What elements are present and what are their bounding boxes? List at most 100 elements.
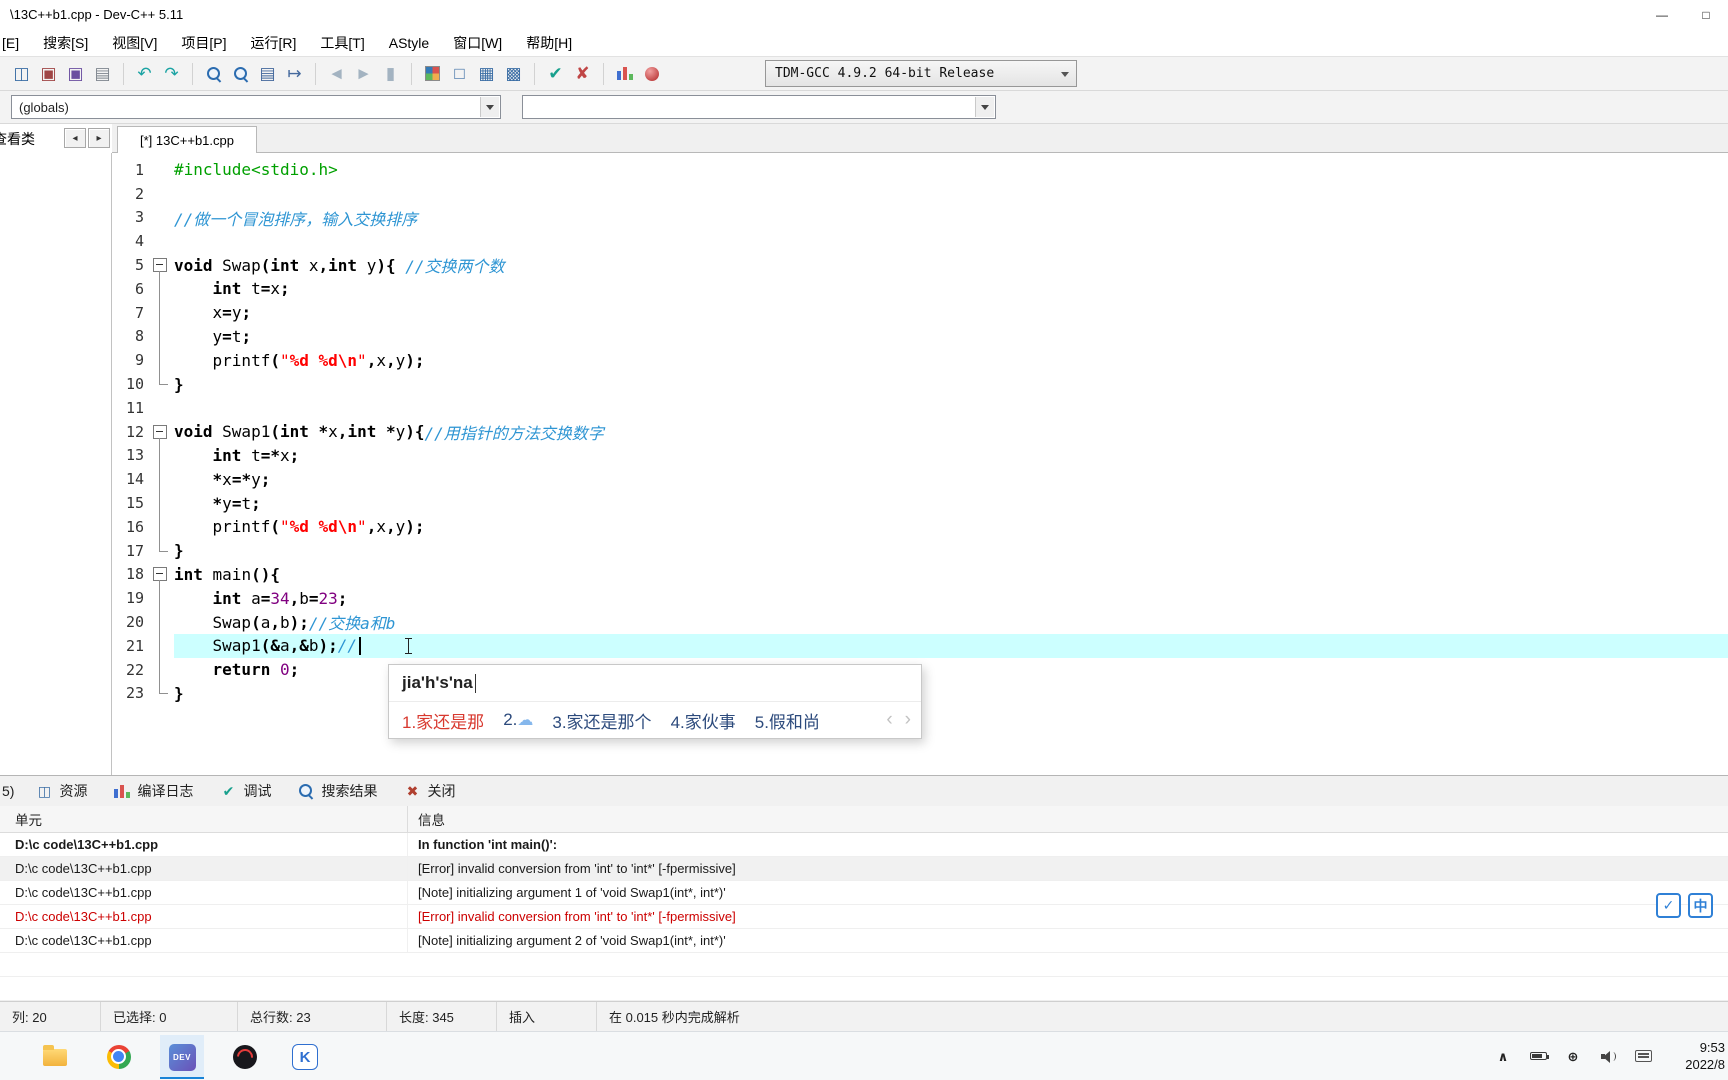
line-number[interactable]: 12 (112, 422, 144, 441)
code-line[interactable]: 1 #include<stdio.h> (112, 158, 1728, 182)
find-icon[interactable] (200, 60, 227, 87)
maximize-button[interactable]: □ (1684, 0, 1728, 29)
profiling-delete-icon[interactable] (638, 60, 665, 87)
code-line[interactable]: 10} (112, 371, 1728, 396)
code-line[interactable]: 17} (112, 537, 1728, 563)
compiler-tab-cut[interactable]: 5) (0, 783, 22, 799)
menu-item[interactable]: 运行[R] (239, 33, 309, 53)
line-number[interactable]: 3 (112, 208, 144, 227)
network-icon[interactable]: ⊕ (1564, 1046, 1582, 1066)
ime-keyboard-icon[interactable] (1634, 1046, 1652, 1066)
message-row[interactable]: D:\c code\13C++b1.cpp [Error] invalid con… (0, 857, 1728, 881)
tab-resources[interactable]: ◫ 资源 (22, 776, 100, 806)
scroll-right-button[interactable]: ▸ (88, 128, 110, 148)
menu-item[interactable]: 视图[V] (100, 33, 169, 53)
redo-icon[interactable]: ↷ (158, 60, 185, 87)
globals-combobox[interactable]: (globals) (11, 95, 501, 119)
ime-candidate[interactable]: 2.☁ (503, 710, 533, 730)
menu-item[interactable]: 项目[P] (169, 33, 238, 53)
line-number[interactable]: 19 (112, 589, 144, 608)
line-number[interactable]: 11 (112, 398, 144, 417)
new-window-icon[interactable]: ◫ (8, 60, 35, 87)
menu-item[interactable]: [E] (0, 35, 31, 51)
code-line[interactable]: 20 Swap(a, b);//交换a和b (112, 609, 1728, 635)
code-line[interactable]: 5 void Swap(int x, int y){ //交换两个数 (112, 253, 1728, 278)
tab-search-results[interactable]: 搜索结果 (284, 776, 390, 806)
code-line[interactable]: 19 int a = 34, b = 23; (112, 585, 1728, 611)
open-project-icon[interactable]: ▣ (35, 60, 62, 87)
rebuild-all-icon[interactable] (419, 60, 446, 87)
syntax-check-icon[interactable]: ✔ (542, 60, 569, 87)
project-options-icon[interactable]: ▦ (473, 60, 500, 87)
message-row[interactable]: D:\c code\13C++b1.cpp [Note] initializing… (0, 881, 1728, 905)
code-line[interactable]: 11 (112, 395, 1728, 420)
line-number[interactable]: 5 (112, 256, 144, 275)
code-line[interactable]: 14 * x =* y; (112, 466, 1728, 492)
line-number[interactable]: 16 (112, 517, 144, 536)
dropdown-arrow-icon[interactable] (480, 97, 499, 117)
code-fold-toggle[interactable] (144, 562, 174, 588)
line-number[interactable]: 18 (112, 565, 144, 584)
menu-item[interactable]: 窗口[W] (441, 33, 514, 53)
ime-candidate[interactable]: 5.假和尚 (755, 708, 820, 733)
line-number[interactable]: 15 (112, 494, 144, 513)
ime-candidate[interactable]: 3.家还是那个 (552, 708, 651, 733)
profile-icon[interactable] (611, 60, 638, 87)
code-line[interactable]: 16 printf(" %d %d \n ", x, y); (112, 513, 1728, 540)
scroll-left-button[interactable]: ◂ (64, 128, 86, 148)
code-line[interactable]: 2 (112, 181, 1728, 206)
editor-tab[interactable]: [*] 13C++b1.cpp (117, 126, 257, 153)
menu-item[interactable]: AStyle (377, 35, 441, 51)
line-number[interactable]: 7 (112, 303, 144, 322)
code-line[interactable]: 18 int main(){ (112, 562, 1728, 588)
menu-item[interactable]: 帮助[H] (514, 33, 584, 53)
line-number[interactable]: 4 (112, 232, 144, 251)
line-number[interactable]: 21 (112, 636, 144, 655)
code-line[interactable]: 6 int t = x; (112, 275, 1728, 302)
line-number[interactable]: 13 (112, 446, 144, 465)
code-line[interactable]: 7 x = y; (112, 299, 1728, 326)
line-number[interactable]: 1 (112, 160, 144, 179)
save-icon[interactable]: ▣ (62, 60, 89, 87)
menu-item[interactable]: 工具[T] (308, 33, 376, 53)
code-line[interactable]: 4 (112, 229, 1728, 254)
code-fold-toggle[interactable] (144, 419, 174, 445)
line-number[interactable]: 22 (112, 660, 144, 679)
undo-icon[interactable]: ↶ (131, 60, 158, 87)
code-line[interactable]: 9 printf(" %d %d \n ", x, y); (112, 347, 1728, 373)
hidden-icons-chevron[interactable]: ∧ (1494, 1046, 1512, 1066)
line-number[interactable]: 10 (112, 375, 144, 394)
abort-compile-icon[interactable]: ✘ (569, 60, 596, 87)
new-source-icon[interactable]: □ (446, 60, 473, 87)
compiler-profile-select[interactable]: TDM-GCC 4.9.2 64-bit Release (765, 60, 1077, 87)
devcpp-taskbar-icon[interactable]: DEV (160, 1035, 204, 1079)
line-number[interactable]: 17 (112, 541, 144, 560)
ime-candidate[interactable]: 4.家伙事 (671, 708, 736, 733)
taskbar-clock[interactable]: 9:53 2022/8 (1685, 1039, 1725, 1073)
message-row[interactable]: D:\c code\13C++b1.cpp [Note] initializing… (0, 929, 1728, 953)
code-fold-toggle[interactable] (144, 253, 174, 278)
tab-debug[interactable]: ✔ 调试 (206, 776, 284, 806)
code-line[interactable]: 12 void Swap1(int * x, int * y){//用指针的方法交换数字 (112, 419, 1728, 445)
code-line[interactable]: 15 * y = t; (112, 490, 1728, 516)
line-number[interactable]: 23 (112, 684, 144, 703)
line-number[interactable]: 2 (112, 184, 144, 203)
dropdown-arrow-icon[interactable] (975, 97, 994, 117)
code-line[interactable]: 13 int t =* x; (112, 442, 1728, 469)
print-icon[interactable]: ▤ (89, 60, 116, 87)
ime-status-check-icon[interactable]: ✓ (1656, 893, 1681, 918)
volume-icon[interactable] (1599, 1046, 1617, 1066)
line-number[interactable]: 6 (112, 279, 144, 298)
goto-line-icon[interactable]: ▤ (254, 60, 281, 87)
battery-icon[interactable] (1529, 1046, 1549, 1066)
minimize-button[interactable]: — (1640, 0, 1684, 29)
ime-page-next[interactable]: › (905, 709, 911, 731)
code-line[interactable]: 21 Swap1 (& a ,& b);// (112, 632, 1728, 659)
message-row[interactable]: D:\c code\13C++b1.cpp In function 'int ma… (0, 833, 1728, 857)
class-browser-tab-label[interactable]: 查看类 (0, 129, 35, 149)
line-number[interactable]: 9 (112, 351, 144, 370)
goto-definition-icon[interactable]: ↦ (281, 60, 308, 87)
tab-close[interactable]: ✖ 关闭 (390, 776, 468, 806)
code-line[interactable]: 8 y = t; (112, 323, 1728, 350)
members-combobox[interactable] (522, 95, 996, 119)
